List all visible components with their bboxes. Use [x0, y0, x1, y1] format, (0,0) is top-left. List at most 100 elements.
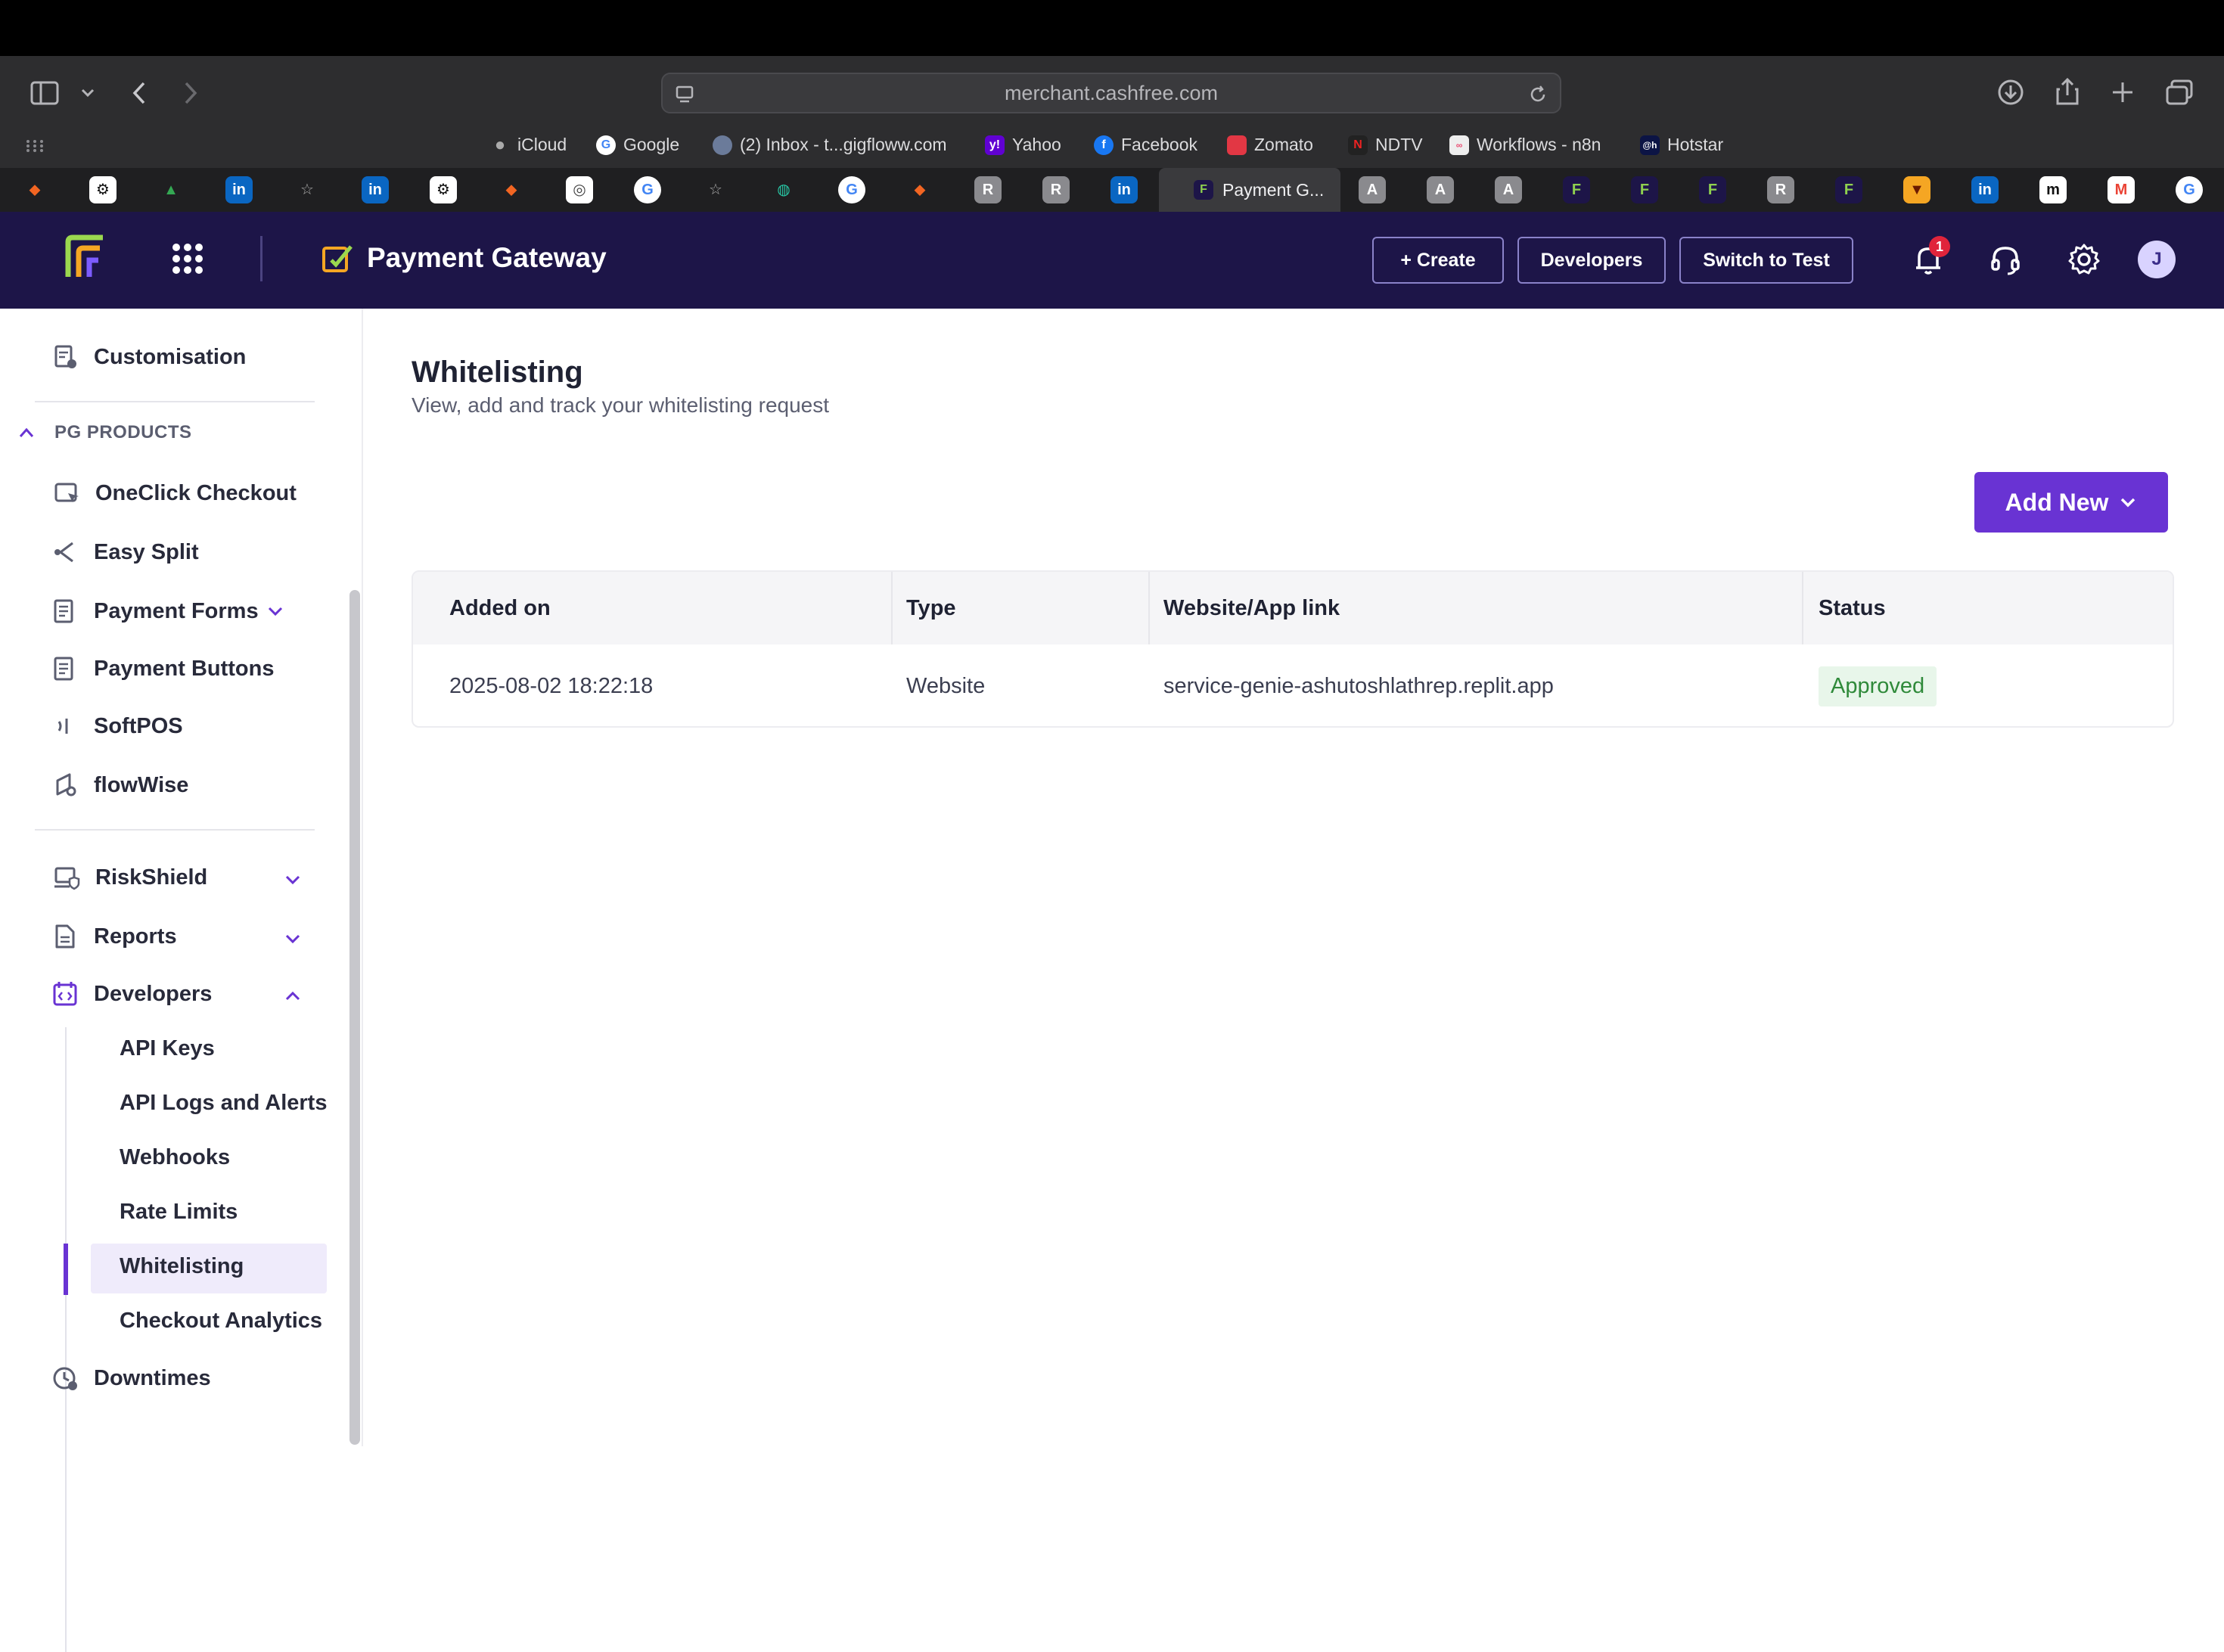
apps-grid-icon[interactable]	[172, 244, 203, 274]
tab-cashfree-icon[interactable]: F	[1835, 176, 1862, 203]
tab-linkedin-icon[interactable]: in	[1971, 176, 1999, 203]
tab-openai-icon[interactable]: ⚙	[430, 176, 457, 203]
tab-star-icon[interactable]: ☆	[702, 176, 729, 203]
tab-overview-icon[interactable]	[2165, 79, 2194, 106]
support-headset-icon[interactable]	[1986, 241, 2024, 278]
cell-link: service-genie-ashutoshlathrep.replit.app	[1163, 673, 1554, 698]
forward-icon[interactable]	[182, 80, 200, 106]
sidebar-subitem-rate-limits[interactable]: Rate Limits	[120, 1200, 238, 1225]
bookmark-hotstar[interactable]: @h Hotstar	[1640, 135, 1723, 155]
tab-a-icon[interactable]: A	[1495, 176, 1522, 203]
sidebar-item-softpos[interactable]: SoftPOS	[51, 713, 183, 740]
address-bar[interactable]: merchant.cashfree.com	[661, 73, 1561, 113]
tab-r-icon[interactable]: R	[1042, 176, 1070, 203]
bookmark-icloud[interactable]: ● iCloud	[490, 135, 567, 155]
bookmark-label: Google	[623, 135, 680, 154]
tab-google-icon[interactable]: G	[2176, 176, 2203, 203]
sidebar-subitem-api-logs[interactable]: API Logs and Alerts	[120, 1091, 327, 1116]
sidebar-item-label: Developers	[94, 981, 213, 1006]
sidebar-subitem-webhooks[interactable]: Webhooks	[120, 1145, 230, 1170]
chevron-down-icon[interactable]	[80, 88, 95, 98]
sidebar-subitem-api-keys[interactable]: API Keys	[120, 1036, 215, 1061]
tab-active-payment-gateway[interactable]: F Payment G...	[1159, 168, 1340, 212]
sidebar-scrollbar[interactable]	[349, 590, 360, 1445]
tab-google-icon[interactable]: G	[634, 176, 661, 203]
header-divider	[260, 236, 262, 281]
sidebar-item-downtimes[interactable]: Downtimes	[51, 1365, 211, 1392]
sidebar: Customisation PG PRODUCTS OneClick Check…	[0, 309, 363, 1652]
app-header: Payment Gateway + Create Developers Swit…	[0, 212, 2224, 309]
tab-star-icon[interactable]: ☆	[294, 176, 321, 203]
sidebar-item-label: Easy Split	[94, 539, 199, 564]
create-button[interactable]: + Create	[1372, 237, 1504, 284]
tab-cashfree-icon[interactable]: F	[1631, 176, 1658, 203]
site-settings-icon[interactable]	[675, 85, 694, 104]
tab-linkedin-icon[interactable]: in	[362, 176, 389, 203]
sidebar-item-oneclick-checkout[interactable]: OneClick Checkout	[53, 480, 297, 507]
reload-icon[interactable]	[1528, 85, 1548, 104]
tab-linkedin-icon[interactable]: in	[225, 176, 253, 203]
tab-r-icon[interactable]: R	[1767, 176, 1794, 203]
tab-r-icon[interactable]: R	[974, 176, 1002, 203]
bookmark-ndtv[interactable]: N NDTV	[1348, 135, 1423, 155]
cashfree-icon: F	[1194, 180, 1213, 200]
sidebar-item-payment-buttons[interactable]: Payment Buttons	[51, 655, 274, 682]
sidebar-item-flowwise[interactable]: flowWise	[51, 772, 188, 799]
tab-cashfree-icon[interactable]: F	[1699, 176, 1726, 203]
bookmark-zomato[interactable]: Zomato	[1227, 135, 1313, 155]
bookmark-google[interactable]: G Google	[596, 135, 679, 155]
tab-google-icon[interactable]: G	[838, 176, 865, 203]
developers-button[interactable]: Developers	[1517, 237, 1666, 284]
column-header-status: Status	[1819, 595, 1886, 620]
sidebar-item-developers[interactable]: Developers	[51, 980, 212, 1008]
sidebar-item-customisation[interactable]: Customisation	[51, 343, 246, 371]
bookmarks-grid-icon[interactable]	[26, 139, 44, 153]
chevron-up-icon[interactable]	[18, 427, 35, 439]
tab-app-icon[interactable]: ▲	[157, 176, 185, 203]
table-row[interactable]: 2025-08-02 18:22:18 Website service-geni…	[413, 644, 2173, 726]
bookmark-n8n[interactable]: ∞ Workflows - n8n	[1449, 135, 1601, 155]
cell-type: Website	[906, 673, 986, 698]
sidebar-item-payment-forms[interactable]: Payment Forms	[51, 598, 259, 625]
user-avatar[interactable]: J	[2138, 241, 2176, 278]
bookmark-inbox[interactable]: (2) Inbox - t...gigfloww.com	[713, 135, 947, 155]
bookmark-yahoo[interactable]: y! Yahoo	[985, 135, 1061, 155]
tab-favicon-icon[interactable]: ⬥	[21, 176, 48, 203]
tab-shield-icon[interactable]: ▼	[1903, 176, 1930, 203]
back-icon[interactable]	[130, 80, 148, 106]
switch-to-test-button[interactable]: Switch to Test	[1679, 237, 1853, 284]
tab-cashfree-icon[interactable]: F	[1563, 176, 1590, 203]
tab-linkedin-icon[interactable]: in	[1110, 176, 1138, 203]
chevron-up-icon[interactable]	[283, 986, 303, 1006]
column-separator	[891, 572, 893, 644]
tab-favicon-icon[interactable]: ⬥	[906, 176, 933, 203]
riskshield-icon	[54, 867, 80, 890]
sidebar-item-reports[interactable]: Reports	[51, 923, 177, 950]
downloads-icon[interactable]	[1997, 79, 2024, 106]
tab-m-icon[interactable]: m	[2039, 176, 2067, 203]
bookmark-facebook[interactable]: f Facebook	[1094, 135, 1197, 155]
sidebar-subitem-checkout-analytics[interactable]: Checkout Analytics	[120, 1309, 322, 1334]
chevron-down-icon[interactable]	[283, 870, 303, 890]
tab-openai-icon[interactable]: ⚙	[89, 176, 116, 203]
chevron-down-icon[interactable]	[266, 605, 284, 617]
sidebar-toggle-icon[interactable]	[30, 80, 59, 106]
column-header-added-on: Added on	[449, 595, 551, 620]
sidebar-subitem-whitelisting[interactable]: Whitelisting	[120, 1254, 244, 1279]
settings-gear-icon[interactable]	[2065, 241, 2103, 278]
chevron-down-icon[interactable]	[283, 929, 303, 949]
new-tab-icon[interactable]	[2111, 80, 2135, 104]
sidebar-item-riskshield[interactable]: RiskShield	[53, 864, 207, 891]
tab-app-icon[interactable]: ◍	[770, 176, 797, 203]
tab-chrome-icon[interactable]: ◎	[566, 176, 593, 203]
share-icon[interactable]	[2055, 77, 2080, 106]
tab-a-icon[interactable]: A	[1427, 176, 1454, 203]
tab-gmail-icon[interactable]: M	[2108, 176, 2135, 203]
sidebar-item-easy-split[interactable]: Easy Split	[51, 539, 199, 566]
downtimes-icon	[53, 1367, 77, 1390]
add-new-button[interactable]: Add New	[1974, 472, 2168, 533]
section-label-pg-products[interactable]: PG PRODUCTS	[54, 422, 192, 443]
cashfree-logo-icon[interactable]	[62, 234, 107, 280]
tab-a-icon[interactable]: A	[1359, 176, 1386, 203]
tab-favicon-icon[interactable]: ⬥	[498, 176, 525, 203]
